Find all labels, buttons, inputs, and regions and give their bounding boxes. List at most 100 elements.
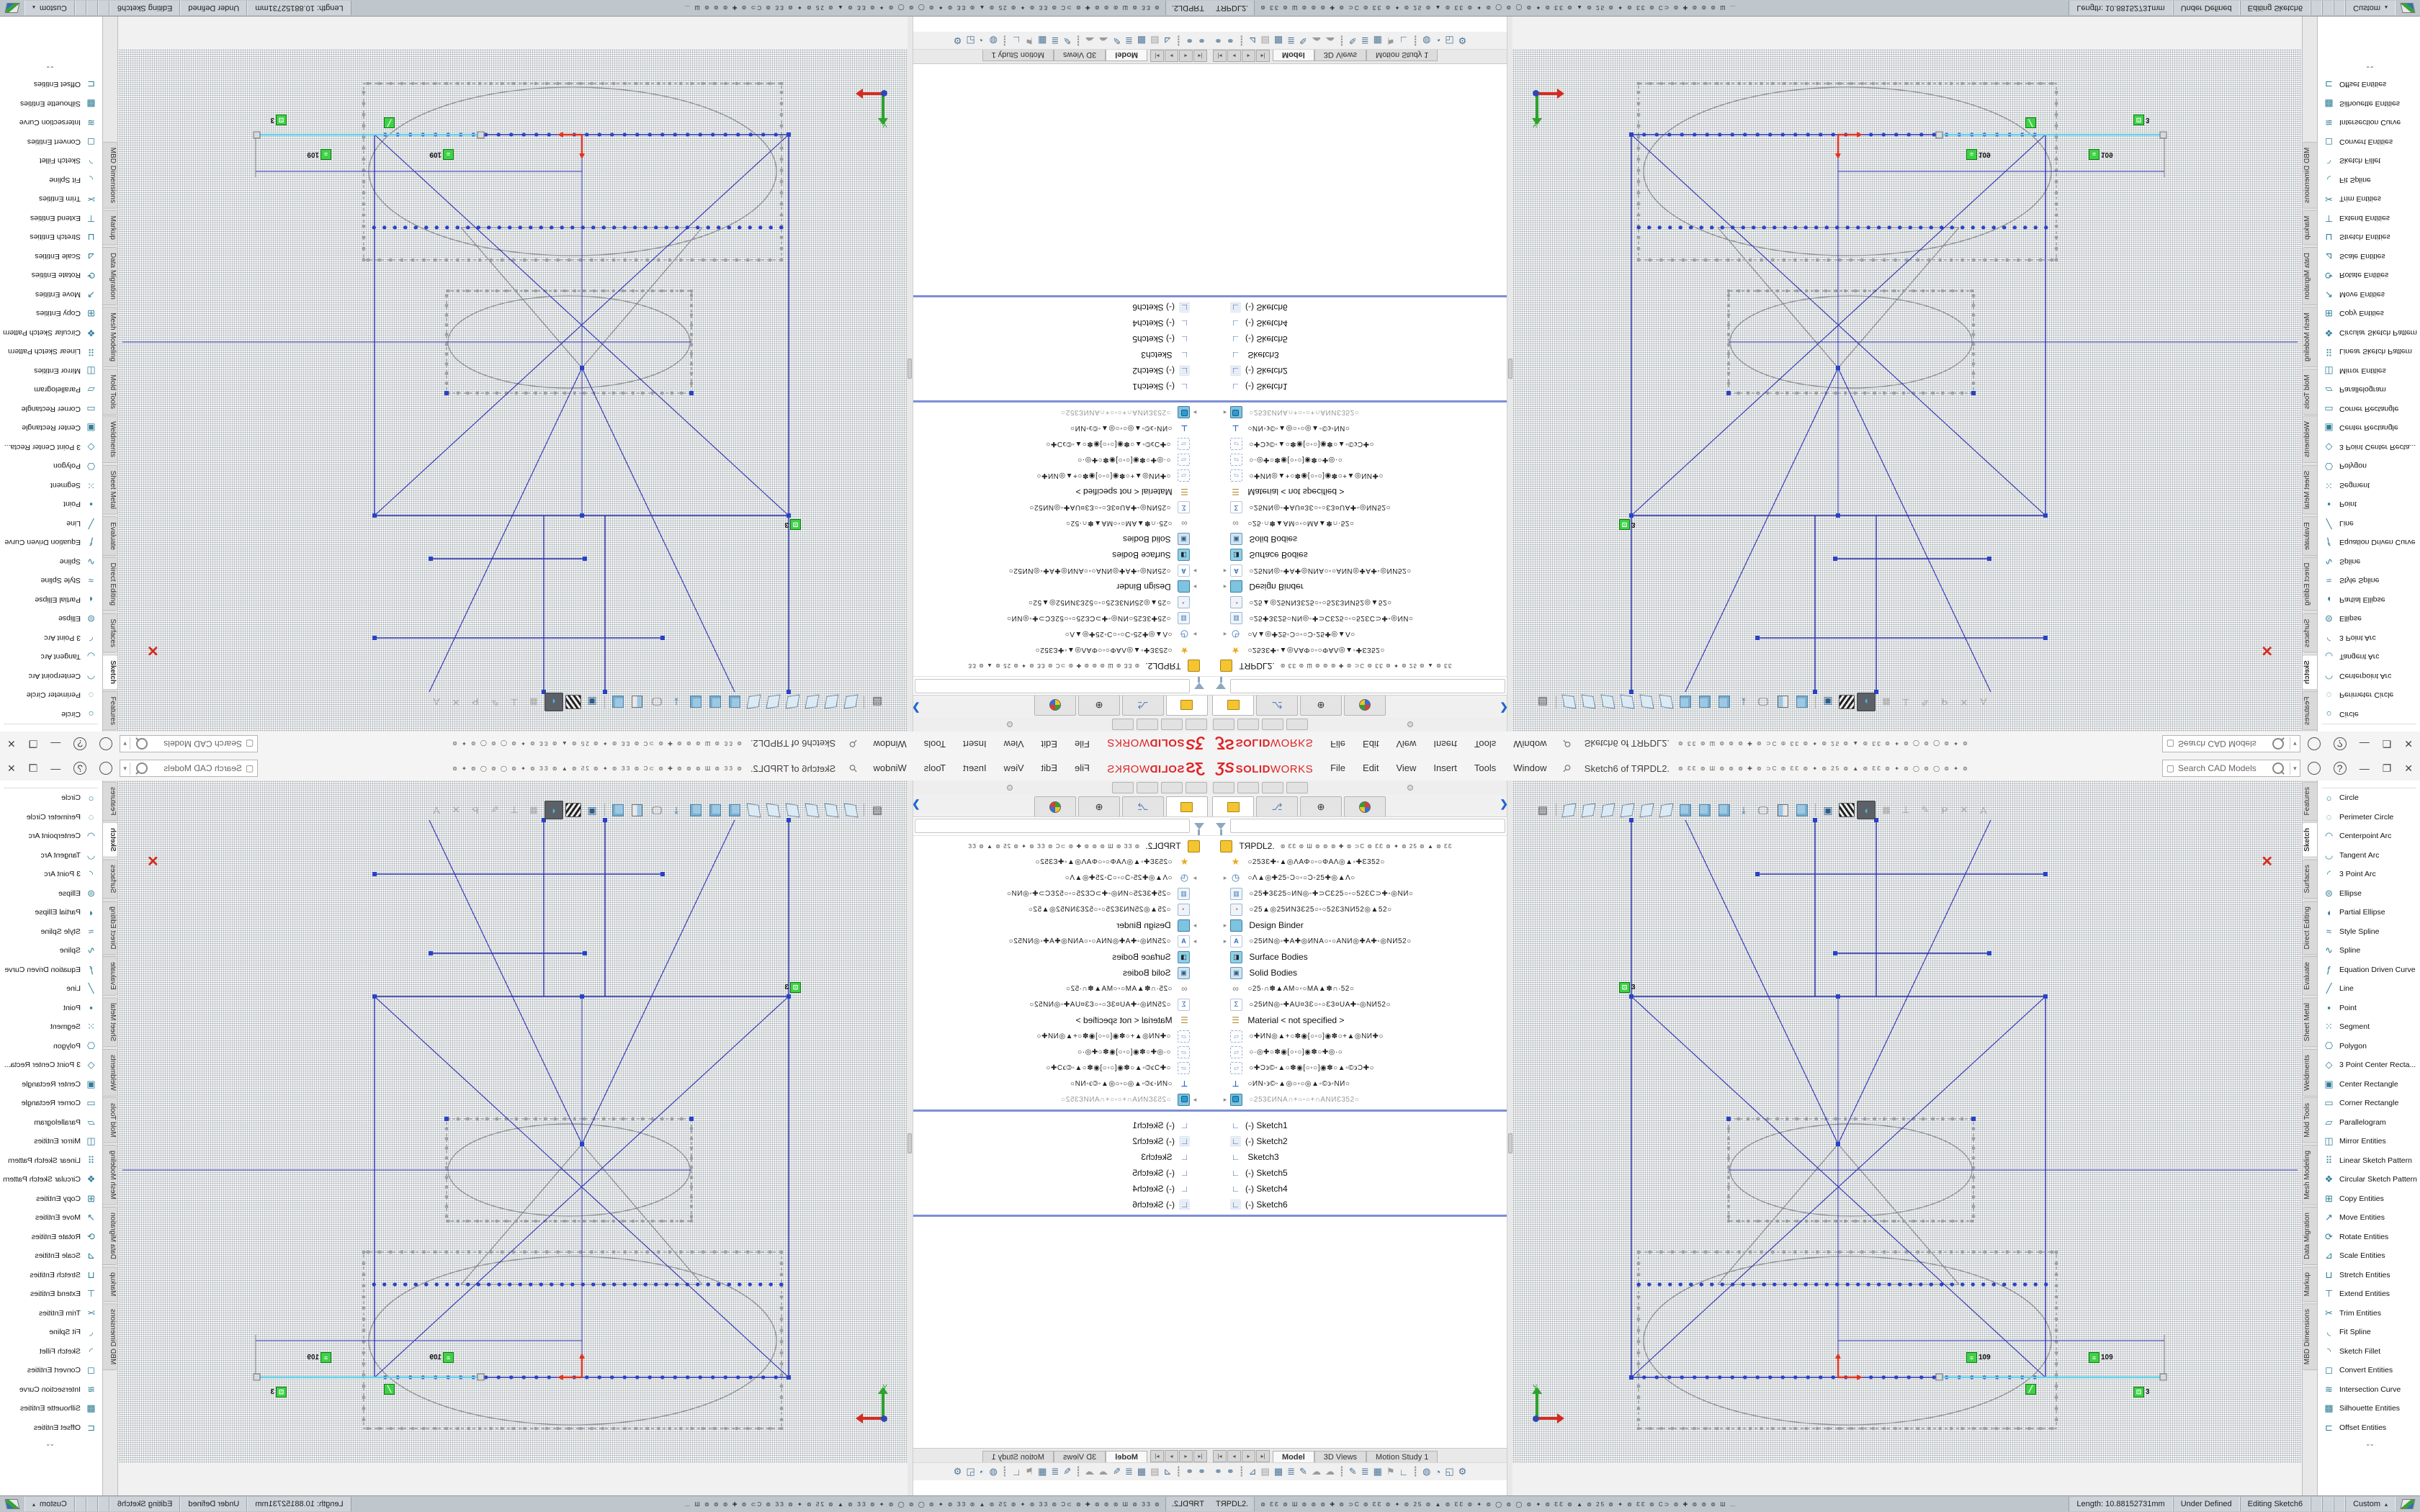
command-tab[interactable]: Sheet Metal	[102, 465, 117, 515]
toolbar-icon[interactable]: ┋	[1002, 35, 1008, 46]
view-toolbar-icon[interactable]: ▣	[1819, 801, 1837, 819]
status-units-selector[interactable]: Custom ▴	[24, 1, 75, 15]
tree-item[interactable]: ☰ Material < not specified >	[908, 1012, 1210, 1028]
toolbar-icon[interactable]: ┋	[1175, 35, 1181, 46]
command-tab[interactable]: Markup	[102, 1266, 117, 1302]
sketch-tool-item[interactable]: ⎔ Polygon	[2318, 456, 2420, 476]
tree-item[interactable]: ◷ ○Λ▲◎✚25◦Ɔ○◦○Ɔ◦25✚◎▲Λ○	[908, 626, 1210, 642]
mini-toolbar-button[interactable]	[1286, 782, 1308, 793]
document-tab[interactable]: Model	[1273, 49, 1314, 61]
sketch-tool-item[interactable]: ◻ Convert Entities	[0, 132, 102, 152]
view-toolbar-icon[interactable]: ▤	[1534, 801, 1551, 819]
expand-arrow-icon[interactable]	[1220, 631, 1230, 639]
view-toolbar-icon[interactable]	[1599, 801, 1616, 819]
tree-item[interactable]: ∟ (-) Sketch5	[908, 331, 1210, 347]
view-toolbar-icon[interactable]	[1839, 803, 1855, 817]
tree-item[interactable]: ▱ ○✚Ɔ϶©◦▲○✽◉[○◦○]◉✽○▲◦©϶Ɔ✚○	[908, 436, 1210, 452]
relation-callout-equal[interactable]: ≡ 109	[2089, 1352, 2113, 1363]
toolbar-icon[interactable]: ☁	[1099, 35, 1108, 46]
tree-item[interactable]: ∞ ○25·∩✽▲AM○◦○MA▲✽∩·52○	[908, 981, 1210, 996]
view-toolbar-icon[interactable]	[745, 801, 763, 819]
sketch-tool-item[interactable]: ◌ Perimeter Circle	[0, 685, 102, 705]
view-toolbar-icon[interactable]	[804, 693, 821, 711]
sketch-tool-item[interactable]: ◠ Centerpoint Arc	[0, 667, 102, 686]
command-tab[interactable]: Evaluate	[2303, 516, 2318, 556]
sketch-tool-item[interactable]: ▭ Corner Rectangle	[2318, 1094, 2420, 1113]
sketch-tool-item[interactable]: ◝ Sketch Fillet	[2318, 151, 2420, 171]
toolbar-icon[interactable]: ▤	[1261, 1466, 1270, 1477]
view-toolbar-icon[interactable]: P	[467, 693, 484, 711]
tree-item[interactable]	[1210, 1110, 1512, 1115]
command-tab[interactable]: Data Migration	[102, 247, 117, 305]
toolbar-icon[interactable]: ◔	[1435, 35, 1440, 46]
tab-propertymanager[interactable]: ⎇	[1256, 696, 1298, 716]
help-icon[interactable]: ?	[2334, 737, 2347, 750]
sketch-tool-item[interactable]: ⊤ Extend Entities	[2318, 209, 2420, 228]
sketch-tool-item[interactable]: ⊏ Offset Entities	[2318, 75, 2420, 94]
minimize-button[interactable]: —	[50, 738, 60, 750]
toolbar-icon[interactable]: ⊿	[1249, 1466, 1257, 1477]
tree-item[interactable]: ∟ (-) Sketch1	[908, 1117, 1210, 1133]
splitter-knob[interactable]	[908, 359, 912, 379]
tree-item[interactable]: ▥ ○25✚3Ɛ25○ИN◎◦✚⊃CƐ25○◦○52ƐC⊃✚◦◎NИ○	[908, 611, 1210, 626]
sketch-tool-item[interactable]: ⎔ Polygon	[2318, 1037, 2420, 1056]
view-toolbar-icon[interactable]	[784, 801, 802, 819]
toolbar-icon[interactable]: ≣	[1051, 35, 1059, 46]
tree-item[interactable]: Design Binder	[1210, 917, 1512, 933]
sketch-tool-item[interactable]: ∿ Spline	[0, 941, 102, 960]
view-toolbar-icon[interactable]: ⊥	[1897, 693, 1914, 711]
sketch-tool-item[interactable]: ⁙ Segment	[2318, 476, 2420, 495]
view-toolbar-icon[interactable]	[707, 693, 724, 711]
sketch-tool-item[interactable]: ⠿ Linear Sketch Pattern	[2318, 1151, 2420, 1171]
tree-item[interactable]: ▥ ○25✚3Ɛ25○ИN◎◦✚⊃CƐ25○◦○52ƐC⊃✚◦◎NИ○	[1210, 886, 1512, 901]
menu-item[interactable]: Insert	[1425, 760, 1466, 776]
view-toolbar-icon[interactable]: ▦	[525, 801, 542, 819]
restore-button[interactable]: ❐	[29, 738, 38, 750]
graphics-area[interactable]: ▤⤓🖵▣▦⊥✎P✕A ✕ Y ≡ 109 ≡ 109 ╱	[1512, 49, 2302, 732]
tree-item[interactable]: ▱ ○✚Ɔ϶©◦▲○✽◉[○◦○]◉✽○▲◦©϶Ɔ✚○	[1210, 1060, 1512, 1076]
sketch-tool-item[interactable]: ◝ Sketch Fillet	[0, 151, 102, 171]
command-tab[interactable]: Sheet Metal	[102, 997, 117, 1047]
view-toolbar-icon[interactable]	[603, 693, 607, 711]
toolbar-icon[interactable]: ✎	[1349, 35, 1357, 46]
sketch-tool-item[interactable]: ⊤ Extend Entities	[2318, 1284, 2420, 1304]
sketch-tool-item[interactable]: ▣ Center Rectangle	[0, 1075, 102, 1094]
view-toolbar-icon[interactable]	[1793, 801, 1811, 819]
search-icon[interactable]	[136, 762, 148, 774]
sketch-tool-item[interactable]: ⊞ Copy Entities	[0, 1189, 102, 1209]
relation-callout-equal[interactable]: ≡ 109	[307, 149, 331, 160]
close-button[interactable]: ✕	[7, 762, 16, 775]
toolbar-icon[interactable]: ◍	[990, 35, 998, 46]
toolbar-icon[interactable]: ⚑	[1386, 1466, 1395, 1477]
tree-item[interactable]: ★ ○253Ɛ✚◦▲◎ΛAΦ○◦○ΦAΛ◎▲◦✚Ɛ352○	[908, 854, 1210, 870]
toolbar-icon[interactable]: ⊿	[1249, 35, 1257, 46]
toolbar-icon[interactable]: ◱	[1445, 35, 1453, 46]
tab-scroll-button[interactable]: ▸	[1165, 50, 1178, 62]
splitter-handle[interactable]	[1007, 721, 1013, 727]
sketch-tool-item[interactable]: ✂ Trim Entities	[2318, 1304, 2420, 1323]
view-toolbar-icon[interactable]: ✕	[447, 801, 465, 819]
sketch-tool-item[interactable]: ↗ Move Entities	[0, 285, 102, 305]
status-globe-icon[interactable]	[2401, 3, 2416, 13]
sketch-tool-item[interactable]: ≈ Style Spline	[0, 571, 102, 590]
tree-item[interactable]: ○253ƐИNA∩+○◦○+∩ANИƐ352○	[908, 405, 1210, 420]
tab-scroll-button[interactable]: ▸	[1242, 50, 1255, 62]
tab-scroll-button[interactable]: ◂	[1179, 1450, 1193, 1462]
minimize-button[interactable]: —	[2360, 738, 2370, 750]
sketch-tool-item[interactable]: ⎔ Polygon	[0, 456, 102, 476]
view-toolbar-icon[interactable]: ✎	[1917, 693, 1934, 711]
tree-item[interactable]: ○253ƐИNA∩+○◦○+∩ANИƐ352○	[1210, 1092, 1512, 1107]
command-tab[interactable]: Direct Editing	[102, 557, 117, 611]
sketch-tool-item[interactable]: ◝ Sketch Fillet	[2318, 1342, 2420, 1362]
tree-item[interactable]: Design Binder	[1210, 579, 1512, 595]
toolbar-icon[interactable]: ⚙	[954, 1466, 962, 1477]
sketch-tool-item[interactable]: ○ Circle	[2318, 705, 2420, 724]
sketch-tool-item[interactable]: ⊜ Ellipse	[0, 884, 102, 904]
mini-toolbar-button[interactable]	[1137, 782, 1158, 793]
sketch-tool-item[interactable]: ▩ Silhouette Entities	[0, 1399, 102, 1418]
command-tab[interactable]: Mold Tools	[2303, 1097, 2318, 1143]
view-toolbar-icon[interactable]: ✎	[1917, 801, 1934, 819]
sketch-tool-item[interactable]: ◻ Convert Entities	[0, 1361, 102, 1380]
command-tab[interactable]: MBD Dimensions	[102, 142, 117, 209]
relation-callout-collinear[interactable]: ╱	[384, 1384, 395, 1395]
